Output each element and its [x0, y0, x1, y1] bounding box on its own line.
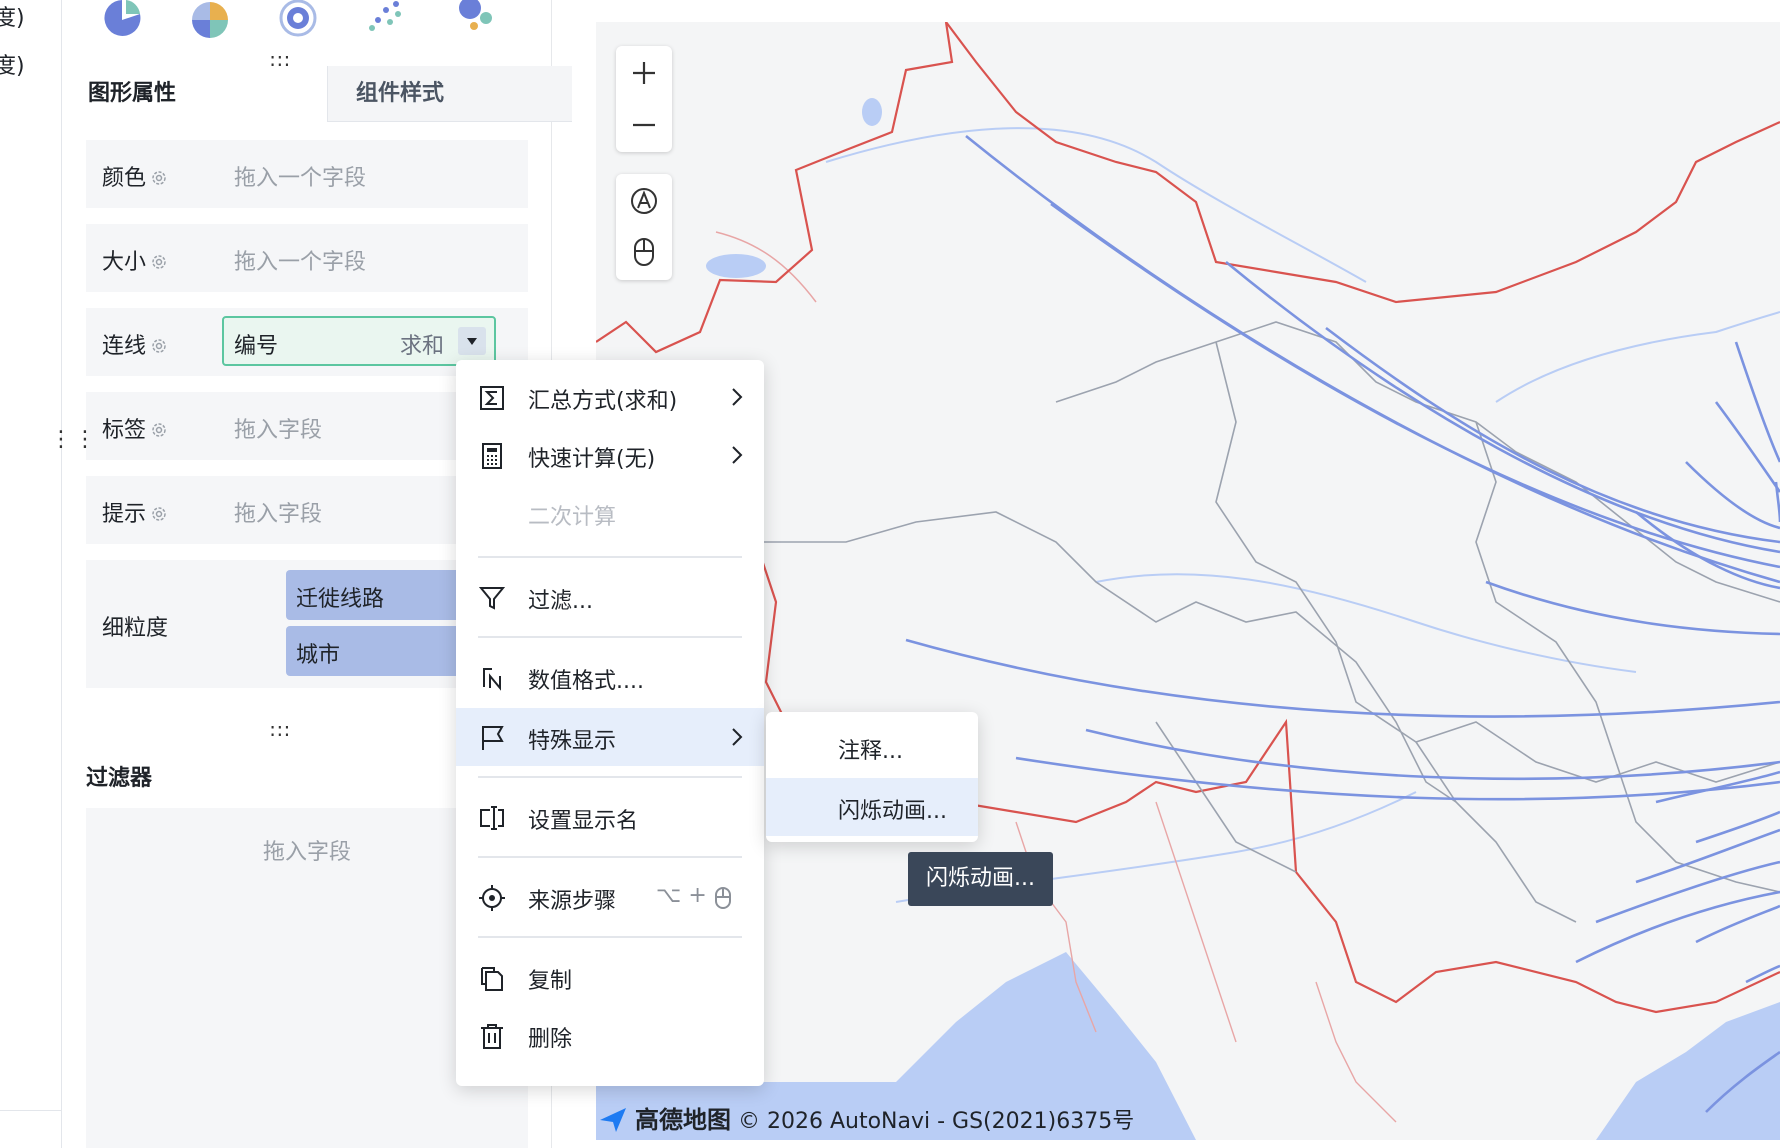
gear-icon[interactable] [150, 505, 168, 523]
drop-placeholder-size: 拖入一个字段 [234, 250, 367, 275]
gear-icon[interactable] [150, 169, 168, 187]
chevron-right-icon [732, 728, 743, 746]
menu-separator [478, 556, 742, 558]
tab-component-style[interactable]: 组件样式 [327, 66, 572, 122]
resize-handle-top[interactable]: ∶∶∶ [270, 51, 292, 71]
prop-label-size: 大小 [102, 250, 147, 275]
left-field-strip: 度) 度) [0, 0, 62, 1148]
pie-chart-icon[interactable] [102, 0, 142, 40]
prop-label-tooltip: 提示 [102, 502, 147, 527]
map-attribution: 高德地图 © 2026 AutoNavi - GS(2021)6375号 [598, 1100, 1134, 1134]
trash-icon [481, 1024, 503, 1049]
amap-logo-icon [600, 1108, 626, 1132]
map-canvas [596, 22, 1780, 1140]
menu-item-filter[interactable]: 过滤... [456, 568, 764, 626]
field-chip-id-sum[interactable]: 编号 求和 [222, 316, 496, 366]
tab-graphic-properties[interactable]: 图形属性 [82, 66, 306, 122]
tooltip: 闪烁动画... [908, 852, 1053, 906]
ring-chart-icon[interactable] [278, 0, 318, 40]
menu-item-number-format[interactable]: 数值格式.... [456, 648, 764, 706]
menu-separator [478, 856, 742, 858]
menu-item-source-step[interactable]: 来源步骤 ⌥ + [456, 868, 764, 926]
map-tool-control [616, 174, 672, 280]
minus-icon [633, 123, 655, 127]
auto-a-icon [631, 188, 657, 214]
menu-separator [478, 936, 742, 938]
prop-label-line: 连线 [102, 334, 147, 359]
menu-separator [478, 636, 742, 638]
rose-chart-icon[interactable] [190, 0, 230, 40]
menu-separator [478, 776, 742, 778]
amap-logo-text: 高德地图 [635, 1106, 731, 1134]
drop-placeholder-color: 拖入一个字段 [234, 166, 367, 191]
chevron-right-icon [732, 388, 743, 406]
zoom-out-button[interactable] [616, 99, 672, 152]
zoom-control [616, 46, 672, 152]
prop-row-size[interactable]: 大小 拖入一个字段 [86, 224, 528, 292]
special-display-submenu: 注释... 闪烁动画... [766, 712, 978, 842]
field-name: 编号 [234, 334, 279, 359]
gear-icon[interactable] [150, 421, 168, 439]
shortcut-hint: ⌥ + [656, 883, 707, 908]
field-context-menu: 汇总方式(求和) 快速计算(无) 二次计算 过滤... 数值格式.... 特殊显… [456, 360, 764, 1086]
prop-label-color: 颜色 [102, 166, 147, 191]
chevron-right-icon [732, 446, 743, 464]
scroll-zoom-toggle[interactable] [616, 227, 672, 280]
prop-label-granularity: 细粒度 [102, 616, 169, 641]
zoom-in-button[interactable] [616, 46, 672, 99]
menu-item-special-display[interactable]: 特殊显示 [456, 708, 764, 766]
filter-title: 过滤器 [86, 766, 153, 791]
copyright-text: © 2026 AutoNavi - GS(2021)6375号 [738, 1109, 1135, 1134]
field-text-1: 度) [0, 6, 25, 31]
plus-icon [633, 62, 655, 84]
prop-row-color[interactable]: 颜色 拖入一个字段 [86, 140, 528, 208]
target-icon [479, 885, 505, 911]
divider [0, 1110, 61, 1111]
number-format-icon [483, 668, 501, 691]
drop-placeholder-tooltip: 拖入字段 [234, 502, 323, 527]
calculator-icon [482, 443, 502, 469]
panel-tabs: 图形属性 组件样式 [82, 66, 572, 122]
chevron-down-icon[interactable] [458, 327, 486, 355]
copy-icon [481, 967, 503, 991]
mouse-icon [715, 887, 731, 909]
gear-icon[interactable] [150, 337, 168, 355]
prop-label-tag: 标签 [102, 418, 147, 443]
filter-icon [478, 587, 506, 610]
scatter-chart-icon[interactable] [366, 0, 406, 40]
field-aggregation: 求和 [400, 334, 445, 359]
field-text-2: 度) [0, 54, 25, 79]
submenu-item-flash-animation[interactable]: 闪烁动画... [766, 778, 978, 836]
menu-item-secondary-calc: 二次计算 [528, 505, 617, 530]
auto-center-button[interactable] [616, 174, 672, 227]
vertical-resize-handle[interactable]: ⋮⋮ [50, 429, 96, 451]
menu-item-copy[interactable]: 复制 [456, 948, 764, 1006]
menu-item-quick-calc[interactable]: 快速计算(无) [456, 426, 764, 484]
gear-icon[interactable] [150, 253, 168, 271]
chart-type-icons [102, 0, 522, 40]
menu-item-rename[interactable]: 设置显示名 [456, 788, 764, 846]
flag-icon [482, 726, 504, 750]
rename-icon [480, 806, 504, 830]
mouse-icon [634, 238, 654, 266]
bubble-chart-icon[interactable] [454, 0, 494, 40]
resize-handle-middle[interactable]: ∶∶∶ [270, 721, 292, 741]
sigma-icon [480, 386, 504, 410]
drop-placeholder-tag: 拖入字段 [234, 418, 323, 443]
menu-item-delete[interactable]: 删除 [456, 1006, 764, 1064]
submenu-item-annotation[interactable]: 注释... [766, 718, 978, 776]
menu-item-aggregation[interactable]: 汇总方式(求和) [456, 368, 764, 426]
map-view[interactable]: 高德地图 © 2026 AutoNavi - GS(2021)6375号 [596, 22, 1780, 1140]
